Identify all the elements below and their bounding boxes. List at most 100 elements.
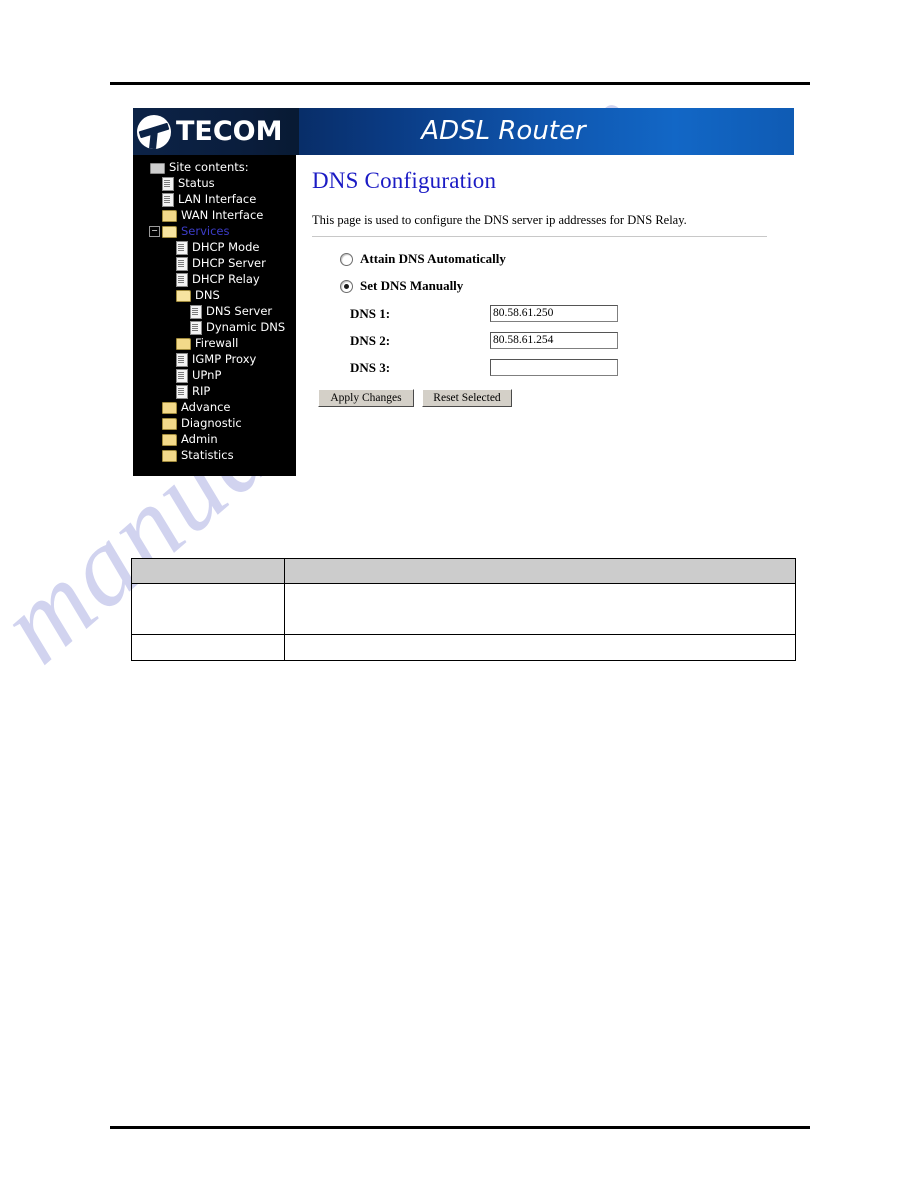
sidebar-item-statistics[interactable]: Statistics [135,447,296,463]
sidebar-item-status[interactable]: Status [135,175,296,191]
reset-selected-button[interactable]: Reset Selected [422,389,512,407]
brand-name: TECOM [176,116,283,147]
table-row [131,583,796,635]
input-dns2[interactable] [490,332,618,349]
sidebar-item-firewall[interactable]: Firewall [135,335,296,351]
description-table [131,558,796,661]
ui-header-banner: ADSL Router TECOM [133,108,794,155]
folder-icon [162,402,177,414]
folder-icon [176,338,191,350]
label-dns1: DNS 1: [350,305,391,321]
sidebar-item-label: DNS Server [206,304,273,318]
tecom-badge-icon [137,114,171,149]
table-cell-description [284,634,796,661]
sidebar-item-label: RIP [192,384,211,398]
table-cell-description [284,583,796,635]
page-icon [176,352,188,367]
sidebar-item-label: Admin [181,432,218,446]
main-content: DNS Configuration This page is used to c… [296,155,794,476]
input-dns1[interactable] [490,305,618,322]
sidebar-item-upnp[interactable]: UPnP [135,367,296,383]
field-row-dns2: DNS 2: [340,332,784,349]
folder-icon [162,210,177,222]
sidebar-item-dns[interactable]: DNS [135,287,296,303]
sidebar-item-label: WAN Interface [181,208,264,222]
apply-changes-button[interactable]: Apply Changes [318,389,414,407]
sidebar-item-dns-server[interactable]: DNS Server [135,303,296,319]
sidebar-item-rip[interactable]: RIP [135,383,296,399]
table-header-cell-field [131,558,285,584]
sidebar-item-label: DHCP Mode [192,240,260,254]
sidebar-item-label: Site contents: [169,160,249,174]
folder-icon [162,434,177,446]
radio-icon-set-manual[interactable] [340,279,353,293]
page-description: This page is used to configure the DNS s… [312,213,687,227]
ui-body: Site contents: Status LAN Interface WAN Int… [133,155,794,476]
sidebar-item-label: Statistics [181,448,234,462]
folder-open-icon [162,226,177,238]
sidebar-item-dhcp-server[interactable]: DHCP Server [135,255,296,271]
sidebar-nav: Site contents: Status LAN Interface WAN Int… [133,155,296,476]
page-icon [176,272,188,287]
page-icon [162,176,174,191]
sidebar-item-label: LAN Interface [178,192,257,206]
sidebar-item-dhcp-mode[interactable]: DHCP Mode [135,239,296,255]
sidebar-item-admin[interactable]: Admin [135,431,296,447]
sidebar-item-wan-interface[interactable]: WAN Interface [135,207,296,223]
sidebar-item-label: DNS [195,288,220,302]
sidebar-item-lan-interface[interactable]: LAN Interface [135,191,296,207]
radio-set-dns-manually[interactable]: Set DNS Manually [340,278,784,294]
form-actions: Apply Changes Reset Selected [318,389,784,407]
sidebar-item-label: DHCP Relay [192,272,260,286]
sidebar-item-label: Services [181,224,230,238]
table-header-row [131,558,796,584]
collapse-toggle-icon[interactable]: − [149,225,160,237]
table-cell-field [131,583,285,635]
sidebar-item-advance[interactable]: Advance [135,399,296,415]
sidebar-item-label: DHCP Server [192,256,266,270]
page-icon [162,192,174,207]
input-dns3[interactable] [490,359,618,376]
label-dns3: DNS 3: [350,359,391,375]
sidebar-item-label: Advance [181,400,231,414]
page-icon [190,304,202,319]
sidebar-item-igmp-proxy[interactable]: IGMP Proxy [135,351,296,367]
label-dns2: DNS 2: [350,332,391,348]
page-icon [190,320,202,335]
sidebar-item-dynamic-dns[interactable]: Dynamic DNS [135,319,296,335]
table-cell-field [131,634,285,661]
sidebar-item-diagnostic[interactable]: Diagnostic [135,415,296,431]
radio-attain-dns-automatically[interactable]: Attain DNS Automatically [340,251,784,267]
dns-form: Attain DNS Automatically Set DNS Manuall… [312,251,784,407]
sidebar-item-dhcp-relay[interactable]: DHCP Relay [135,271,296,287]
page-icon [176,368,188,383]
computer-icon [150,162,165,174]
page-icon [176,240,188,255]
header-rule [110,82,810,85]
content-divider [312,236,767,237]
radio-icon-attain-auto[interactable] [340,252,353,266]
sidebar-item-label: Status [178,176,215,190]
radio-label-set-manual: Set DNS Manually [360,278,464,293]
sidebar-item-services[interactable]: − Services [135,223,296,239]
brand-logo: TECOM [133,108,299,155]
table-row [131,634,796,661]
sidebar-item-label: UPnP [192,368,222,382]
folder-icon [162,418,177,430]
page-title: DNS Configuration [312,168,497,193]
